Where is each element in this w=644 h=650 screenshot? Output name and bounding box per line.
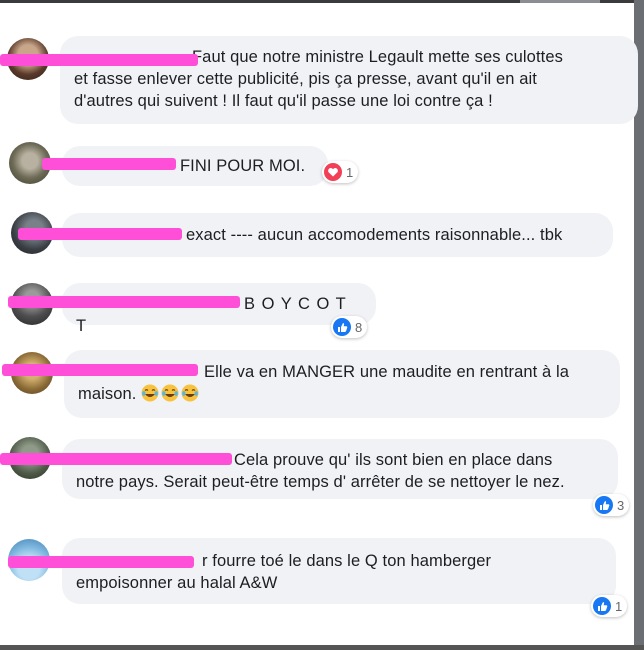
reaction-badge[interactable]: 3 (593, 494, 630, 516)
scroll-thumb[interactable] (520, 0, 600, 3)
redaction-mark (0, 453, 232, 465)
comment-text-line: et fasse enlever cette publicité, pis ça… (74, 70, 537, 88)
comment-text: exact ---- aucun accomodements raisonnab… (186, 226, 563, 244)
comment-text-line: empoisonner au halal A&W (76, 574, 278, 592)
reaction-count: 1 (615, 598, 623, 614)
comment-text-line: d'autres qui suivent ! Il faut qu'il pas… (74, 92, 493, 110)
comment-text: FINI POUR MOI. (180, 157, 306, 175)
reaction-count: 8 (355, 319, 363, 335)
comment-bubble: Elle va en MANGER une maudite en rentran… (64, 350, 620, 418)
tears-of-joy-emoji-icon (161, 384, 179, 402)
redaction-mark (18, 228, 182, 240)
comment-bubble: Faut que notre ministre Legault mette se… (60, 36, 638, 124)
redaction-mark (2, 364, 198, 376)
comment-text: Elle va en MANGER une maudite en rentran… (204, 363, 570, 381)
comment-text: Cela prouve qu' ils sont bien en place d… (234, 451, 553, 469)
reaction-badge[interactable]: 1 (322, 161, 359, 183)
top-scrollbar[interactable] (0, 0, 644, 3)
redaction-mark (0, 54, 198, 66)
reaction-badge[interactable]: 1 (591, 595, 628, 617)
tears-of-joy-emoji-icon (181, 384, 199, 402)
comment-text: Faut que notre ministre Legault mette se… (192, 48, 563, 66)
reaction-count: 1 (346, 164, 354, 180)
redaction-mark (8, 296, 240, 308)
redaction-mark (8, 556, 194, 568)
reaction-badge[interactable]: 8 (331, 316, 368, 338)
window-edge-bottom (0, 645, 644, 650)
comment-bubble: r fourre toé le dans le Q ton hamberger … (62, 538, 616, 604)
redaction-mark (42, 158, 176, 170)
reaction-count: 3 (617, 497, 625, 513)
comment-bubble: Cela prouve qu' ils sont bien en place d… (62, 439, 618, 499)
love-reaction-icon (324, 163, 342, 181)
like-reaction-icon (595, 496, 613, 514)
comment-text-line: maison. (78, 383, 606, 405)
like-reaction-icon (333, 318, 351, 336)
comment-text: maison. (78, 385, 137, 403)
tears-of-joy-emoji-icon (141, 384, 159, 402)
like-reaction-icon (593, 597, 611, 615)
comment-text: r fourre toé le dans le Q ton hamberger (202, 552, 492, 570)
comment-text-line: notre pays. Serait peut-être temps d' ar… (76, 473, 565, 491)
